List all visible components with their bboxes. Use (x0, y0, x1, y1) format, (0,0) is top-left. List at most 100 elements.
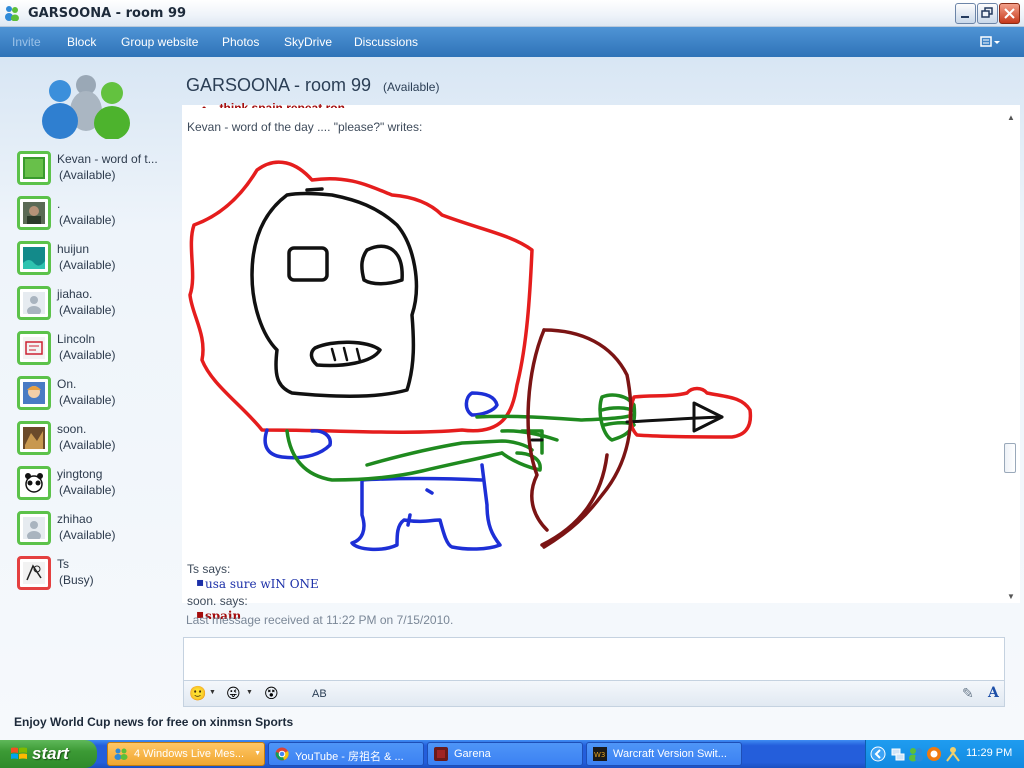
messenger-app-icon (5, 6, 19, 21)
conversation-scrollbar[interactable]: ▲ ▼ (1004, 113, 1016, 601)
avatar (17, 151, 51, 185)
wink-dropdown-icon[interactable]: ▼ (246, 689, 253, 696)
contact-name: Lincoln (57, 332, 96, 346)
messenger-tray-icon[interactable] (908, 746, 924, 762)
contact-status: (Available) (59, 393, 116, 407)
contact-status: (Available) (59, 528, 116, 542)
contact-status: (Available) (59, 258, 116, 272)
restore-button[interactable] (977, 3, 998, 24)
start-label: start (32, 744, 69, 763)
contact-item[interactable]: jiahao. (Available) (17, 286, 177, 322)
message-sender: soon. says: (187, 594, 248, 608)
last-message-timestamp: Last message received at 11:22 PM on 7/1… (186, 613, 454, 627)
font-style-icon[interactable]: AB (312, 686, 327, 702)
wink-icon[interactable]: 😜 (226, 685, 241, 701)
contact-status: (Available) (59, 213, 116, 227)
minimize-button[interactable] (955, 3, 976, 24)
emoticon-icon[interactable]: 🙂 (189, 685, 206, 701)
partial-message: • ...think spain repeat ron (202, 101, 345, 108)
conversation-panel[interactable]: • ...think spain repeat ron Kevan - word… (182, 101, 1020, 621)
menu-invite[interactable]: Invite (12, 35, 41, 49)
close-icon (1004, 8, 1015, 19)
taskbar: start 4 Windows Live Mes... ▼ YouTube - … (0, 740, 1024, 768)
menu-group-website[interactable]: Group website (121, 35, 198, 49)
menu-block[interactable]: Block (67, 35, 96, 49)
clock: 11:29 PM (966, 747, 1013, 759)
close-button[interactable] (999, 3, 1020, 24)
orange-app-icon[interactable] (926, 746, 942, 762)
scroll-thumb[interactable] (1004, 443, 1016, 473)
restore-icon (981, 7, 993, 18)
taskbar-item-label: Garena (454, 748, 491, 760)
buddies-logo-icon (42, 75, 130, 139)
scroll-down-arrow-icon[interactable]: ▼ (1007, 592, 1015, 601)
avatar (17, 286, 51, 320)
window-title: GARSOONA - room 99 (28, 6, 187, 21)
conversation-status: (Available) (383, 80, 440, 94)
nudge-icon[interactable]: 😵 (264, 685, 279, 701)
contact-name: huijun (57, 242, 90, 256)
contact-item[interactable]: zhihao (Available) (17, 511, 177, 547)
contact-status: (Available) (59, 168, 116, 182)
contact-item[interactable]: Kevan - word of t... (Available) (17, 151, 177, 187)
avatar (17, 466, 51, 500)
title-bar: GARSOONA - room 99 (0, 0, 1024, 27)
contact-item[interactable]: huijun (Available) (17, 241, 177, 277)
taskbar-item-garena[interactable]: Garena (427, 742, 583, 766)
emoticon-dropdown-icon[interactable]: ▼ (209, 689, 216, 696)
avatar (17, 421, 51, 455)
avatar (17, 196, 51, 230)
minimize-icon (961, 16, 969, 18)
handwriting-pen-icon[interactable]: ✎ (962, 685, 974, 701)
contact-name: soon. (57, 422, 87, 436)
contact-name: jiahao. (57, 287, 93, 301)
contact-name: . (57, 197, 61, 211)
taskbar-item-messenger[interactable]: 4 Windows Live Mes... ▼ (107, 742, 265, 766)
menu-skydrive[interactable]: SkyDrive (284, 35, 332, 49)
tray-collapse-icon[interactable] (870, 746, 886, 762)
contact-item[interactable]: yingtong (Available) (17, 466, 177, 502)
warcraft-icon: W3 (593, 747, 607, 761)
avatar (17, 556, 51, 590)
avatar (17, 241, 51, 275)
contact-item[interactable]: . (Available) (17, 196, 177, 232)
system-tray: 11:29 PM (865, 740, 1024, 768)
taskbar-item-label: Warcraft Version Swit... (613, 748, 727, 760)
input-toolbar: 🙂 ▼ 😜 ▼ 😵 AB ✎ A (183, 681, 1005, 707)
avatar (17, 376, 51, 410)
taskbar-item-youtube[interactable]: YouTube - 房祖名 & ... (268, 742, 424, 766)
start-button[interactable]: start (0, 740, 97, 768)
contact-status: (Available) (59, 303, 116, 317)
ad-banner-text[interactable]: Enjoy World Cup news for free on xinmsn … (14, 715, 293, 729)
menu-discussions[interactable]: Discussions (354, 35, 418, 49)
contact-status: (Available) (59, 438, 116, 452)
avatar (17, 331, 51, 365)
ink-sender-line: Kevan - word of the day .... "please?" w… (187, 120, 423, 134)
text-mode-icon[interactable]: A (988, 685, 999, 701)
handwritten-ink-drawing (188, 160, 753, 552)
group-dropdown-icon: ▼ (254, 750, 261, 757)
main-area: Kevan - word of t... (Available) . (Avai… (0, 57, 1024, 740)
contact-item[interactable]: Lincoln (Available) (17, 331, 177, 367)
svg-text:W3: W3 (594, 751, 605, 759)
contact-status: (Busy) (59, 573, 94, 587)
scroll-up-arrow-icon[interactable]: ▲ (1007, 113, 1015, 122)
taskbar-item-warcraft[interactable]: W3 Warcraft Version Swit... (586, 742, 742, 766)
menu-bar: Invite Block Group website Photos SkyDri… (0, 27, 1024, 57)
garena-icon (434, 747, 448, 761)
taskbar-item-label: 4 Windows Live Mes... (134, 748, 245, 760)
message-sender: Ts says: (187, 562, 231, 576)
layout-menu-icon[interactable] (980, 35, 1000, 49)
avatar (17, 511, 51, 545)
windows-flag-icon (11, 747, 27, 759)
network-icon[interactable] (890, 746, 906, 762)
message-text: usa sure wIN ONE (205, 577, 319, 591)
menu-photos[interactable]: Photos (222, 35, 259, 49)
contact-item[interactable]: Ts (Busy) (17, 556, 177, 592)
message-input[interactable] (183, 637, 1005, 681)
contact-item[interactable]: On. (Available) (17, 376, 177, 412)
contact-item[interactable]: soon. (Available) (17, 421, 177, 457)
user-tray-icon[interactable] (945, 746, 961, 762)
messenger-icon (114, 748, 128, 760)
taskbar-item-label: YouTube - 房祖名 & ... (295, 751, 404, 763)
